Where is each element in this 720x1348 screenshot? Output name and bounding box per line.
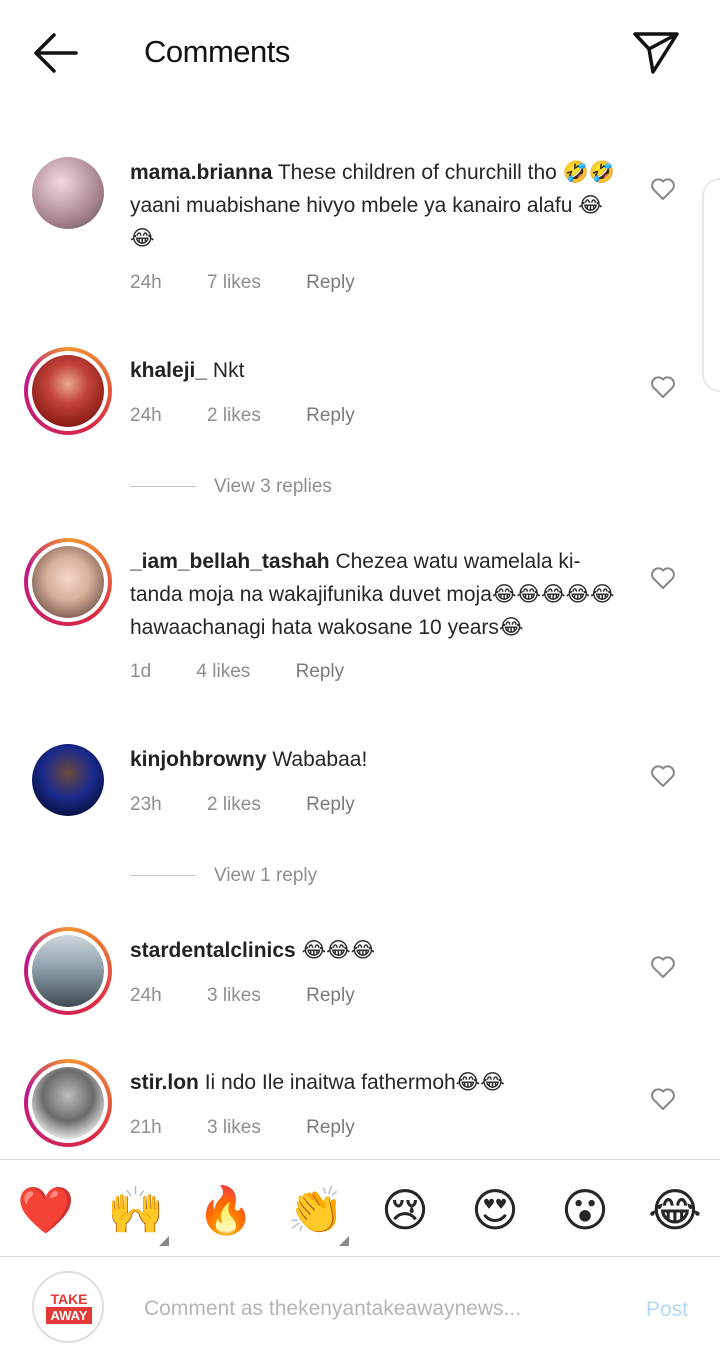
comment-meta: 24h 3 likes Reply: [130, 985, 395, 1007]
reply-button[interactable]: Reply: [306, 1117, 355, 1138]
heart-icon[interactable]: [650, 955, 676, 979]
comment-username[interactable]: stir.lon: [130, 1071, 199, 1094]
crying-face-emoji-button[interactable]: 😢: [377, 1182, 433, 1238]
heart-eyes-emoji-button[interactable]: 😍: [467, 1182, 523, 1238]
comment-text: 😂😂😂: [301, 939, 376, 962]
view-replies-label: View 1 reply: [214, 865, 318, 886]
comment-likes[interactable]: 4 likes: [196, 661, 250, 682]
surprised-face-emoji-button[interactable]: 😮: [557, 1182, 613, 1238]
heart-icon[interactable]: [650, 1087, 676, 1111]
avatar: [32, 935, 104, 1007]
clapping-hands-emoji: 👏: [287, 1184, 345, 1236]
comment-text: Nkt: [212, 359, 245, 382]
avatar[interactable]: [32, 157, 104, 229]
comment-likes[interactable]: 3 likes: [207, 1117, 261, 1138]
comment-likes[interactable]: 3 likes: [207, 985, 261, 1006]
comment-meta: 1d 4 likes Reply: [130, 661, 384, 683]
logo-text-bottom: AWAY: [46, 1307, 92, 1324]
fire-emoji-button[interactable]: 🔥: [197, 1182, 254, 1238]
comment-username[interactable]: mama.brianna: [130, 161, 272, 184]
heart-icon[interactable]: [650, 375, 676, 399]
comment-text: Wababaa!: [272, 748, 368, 771]
heart-icon[interactable]: [650, 764, 676, 788]
page-title: Comments: [144, 34, 290, 69]
view-replies-button[interactable]: View 1 reply: [130, 865, 317, 887]
comment-likes[interactable]: 7 likes: [207, 272, 261, 293]
comment-likes[interactable]: 2 likes: [207, 794, 261, 815]
comment-time: 1d: [130, 661, 152, 682]
comment-meta: 21h 3 likes Reply: [130, 1117, 395, 1139]
avatar: [32, 546, 104, 618]
comment-username[interactable]: _iam_bellah_tashah: [130, 550, 330, 573]
avatar: [32, 1067, 104, 1139]
comment-time: 24h: [130, 405, 162, 426]
comment-time: 23h: [130, 794, 162, 815]
tears-of-joy-emoji-button[interactable]: 😂: [647, 1182, 703, 1238]
story-ring[interactable]: [24, 1059, 112, 1147]
raised-hands-emoji: 🙌: [107, 1184, 165, 1236]
comment-meta: 23h 2 likes Reply: [130, 794, 395, 816]
send-icon[interactable]: [632, 30, 680, 76]
reply-button[interactable]: Reply: [306, 272, 355, 293]
skin-tone-indicator-icon: [339, 1236, 349, 1246]
story-ring[interactable]: [24, 927, 112, 1015]
comment-username[interactable]: stardentalclinics: [130, 939, 296, 962]
story-ring[interactable]: [24, 347, 112, 435]
heart-icon[interactable]: [650, 177, 676, 201]
raised-hands-emoji-button[interactable]: 🙌: [107, 1182, 169, 1246]
view-replies-button[interactable]: View 3 replies: [130, 476, 332, 498]
emoji-quick-bar: ❤️ 🙌 🔥 👏 😢 😍 😮 😂: [0, 1160, 720, 1256]
clapping-hands-emoji-button[interactable]: 👏: [287, 1182, 349, 1246]
scroll-handle[interactable]: [702, 178, 720, 392]
comment-meta: 24h 2 likes Reply: [130, 405, 395, 427]
reply-button[interactable]: Reply: [306, 794, 355, 815]
red-heart-emoji-button[interactable]: ❤️: [17, 1182, 74, 1238]
comment-time: 24h: [130, 985, 162, 1006]
header: Comments: [0, 0, 720, 108]
view-replies-label: View 3 replies: [214, 476, 332, 497]
comment-username[interactable]: khaleji_: [130, 359, 207, 382]
skin-tone-indicator-icon: [159, 1236, 169, 1246]
logo-text-top: TAKE: [50, 1291, 88, 1307]
heart-icon[interactable]: [650, 566, 676, 590]
comment-time: 21h: [130, 1117, 162, 1138]
avatar[interactable]: [32, 744, 104, 816]
reply-button[interactable]: Reply: [296, 661, 345, 682]
comment-time: 24h: [130, 272, 162, 293]
comment-composer: TAKE AWAY Comment as thekenyantakeawayne…: [0, 1257, 720, 1348]
account-avatar[interactable]: TAKE AWAY: [32, 1271, 104, 1343]
back-arrow-icon[interactable]: [30, 30, 80, 76]
post-button[interactable]: Post: [646, 1298, 688, 1322]
comment-text: Ii ndo Ile inaitwa fathermoh😂😂: [204, 1071, 505, 1094]
reply-button[interactable]: Reply: [306, 985, 355, 1006]
story-ring[interactable]: [24, 538, 112, 626]
comment-likes[interactable]: 2 likes: [207, 405, 261, 426]
comment-meta: 24h 7 likes Reply: [130, 272, 395, 294]
comment-input[interactable]: Comment as thekenyantakeawaynews...: [144, 1297, 521, 1321]
reply-button[interactable]: Reply: [306, 405, 355, 426]
comment-username[interactable]: kinjohbrowny: [130, 748, 267, 771]
avatar: [32, 355, 104, 427]
